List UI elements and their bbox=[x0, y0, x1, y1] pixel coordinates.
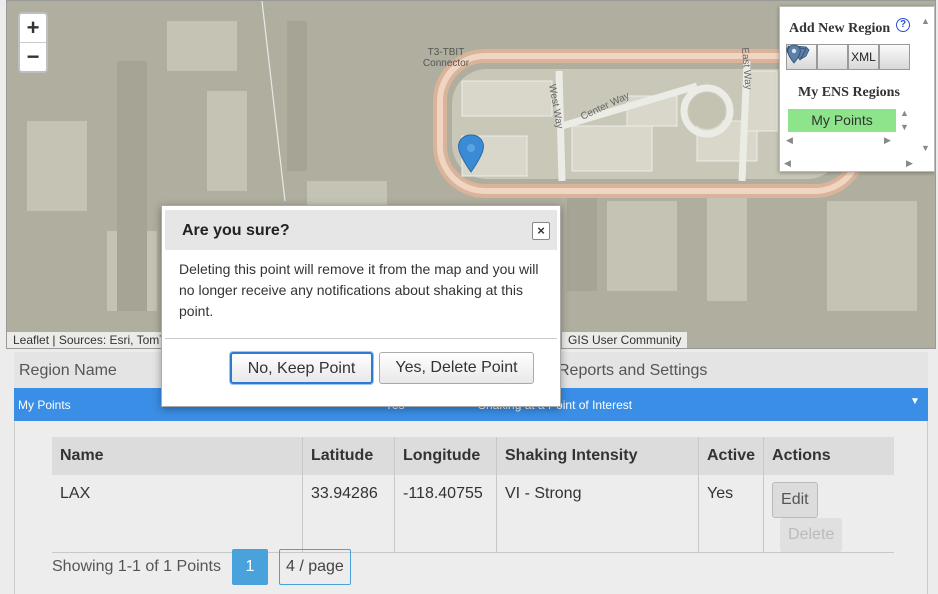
polygon-button[interactable] bbox=[787, 44, 848, 70]
region-list-item-my-points[interactable]: My Points bbox=[788, 109, 896, 132]
points-table: Name Latitude Longitude Shaking Intensit… bbox=[52, 437, 895, 553]
dialog-divider bbox=[165, 338, 557, 339]
point-latitude: 33.94286 bbox=[302, 475, 395, 553]
panel-scroll-up-icon[interactable]: ▲ bbox=[921, 16, 930, 26]
column-name: Name bbox=[52, 437, 303, 475]
region-row-name: My Points bbox=[18, 398, 71, 412]
column-longitude: Longitude bbox=[394, 437, 497, 475]
location-pin-button[interactable] bbox=[787, 44, 910, 70]
xml-button[interactable]: XML bbox=[848, 44, 879, 70]
edit-button[interactable]: Edit bbox=[772, 482, 818, 518]
point-longitude: -118.40755 bbox=[394, 475, 497, 553]
help-icon[interactable]: ? bbox=[896, 18, 910, 32]
table-row: LAX 33.94286 -118.40755 VI - Strong Yes … bbox=[52, 475, 895, 553]
scroll-down-icon[interactable]: ▼ bbox=[900, 122, 909, 132]
zoom-out-button[interactable]: − bbox=[20, 43, 46, 71]
panel-scroll-down-icon[interactable]: ▼ bbox=[921, 143, 930, 153]
zoom-in-button[interactable]: + bbox=[20, 14, 46, 43]
map-attribution[interactable]: Leaflet | Sources: Esri, TomT bbox=[7, 332, 173, 348]
close-icon[interactable]: × bbox=[532, 222, 550, 240]
pagination-summary: Showing 1-1 of 1 Points bbox=[52, 558, 221, 575]
dialog-title: Are you sure? bbox=[182, 222, 290, 239]
my-regions-title: My ENS Regions bbox=[798, 85, 900, 100]
column-actions: Actions bbox=[763, 437, 895, 475]
delete-point-button[interactable]: Yes, Delete Point bbox=[379, 352, 534, 384]
point-intensity: VI - Strong bbox=[496, 475, 699, 553]
scroll-up-icon[interactable]: ▲ bbox=[900, 108, 909, 118]
page-1-button[interactable]: 1 bbox=[232, 549, 268, 585]
panel-scroll-right-icon[interactable]: ▶ bbox=[906, 158, 913, 169]
column-latitude: Latitude bbox=[302, 437, 395, 475]
dialog-header: Are you sure? × bbox=[165, 210, 557, 250]
scroll-left-icon[interactable]: ◀ bbox=[786, 135, 793, 146]
point-active: Yes bbox=[698, 475, 765, 553]
delete-button[interactable]: Delete bbox=[780, 518, 843, 552]
pagination: Showing 1-1 of 1 Points 1 4 / page bbox=[52, 549, 351, 585]
expand-caret-icon[interactable]: ▼ bbox=[910, 396, 920, 407]
column-shaking-intensity: Shaking Intensity bbox=[496, 437, 699, 475]
scroll-right-icon[interactable]: ▶ bbox=[884, 135, 891, 146]
page-size-select[interactable]: 4 / page bbox=[279, 549, 351, 585]
location-pin-icon bbox=[787, 44, 801, 64]
region-tool-buttons: XML bbox=[786, 44, 910, 70]
point-name: LAX bbox=[52, 475, 303, 553]
confirm-dialog: Are you sure? × Deleting this point will… bbox=[161, 205, 561, 407]
column-region-name: Region Name bbox=[19, 362, 117, 379]
keep-point-button[interactable]: No, Keep Point bbox=[230, 352, 373, 384]
zoom-control: + − bbox=[18, 12, 48, 73]
add-region-title: Add New Region bbox=[789, 21, 891, 36]
column-reports-settings: Reports and Settings bbox=[558, 362, 708, 379]
region-panel: Add New Region ? XML My ENS Regions My P… bbox=[779, 6, 935, 172]
panel-scroll-left-icon[interactable]: ◀ bbox=[784, 158, 791, 169]
column-active: Active bbox=[698, 437, 765, 475]
map-attribution-end: GIS User Community bbox=[562, 332, 688, 348]
map-label-connector: T3-TBIT Connector bbox=[422, 47, 470, 69]
region-detail-panel: Name Latitude Longitude Shaking Intensit… bbox=[14, 421, 928, 594]
dialog-message: Deleting this point will remove it from … bbox=[179, 261, 539, 319]
point-actions: EditDelete bbox=[763, 475, 895, 553]
